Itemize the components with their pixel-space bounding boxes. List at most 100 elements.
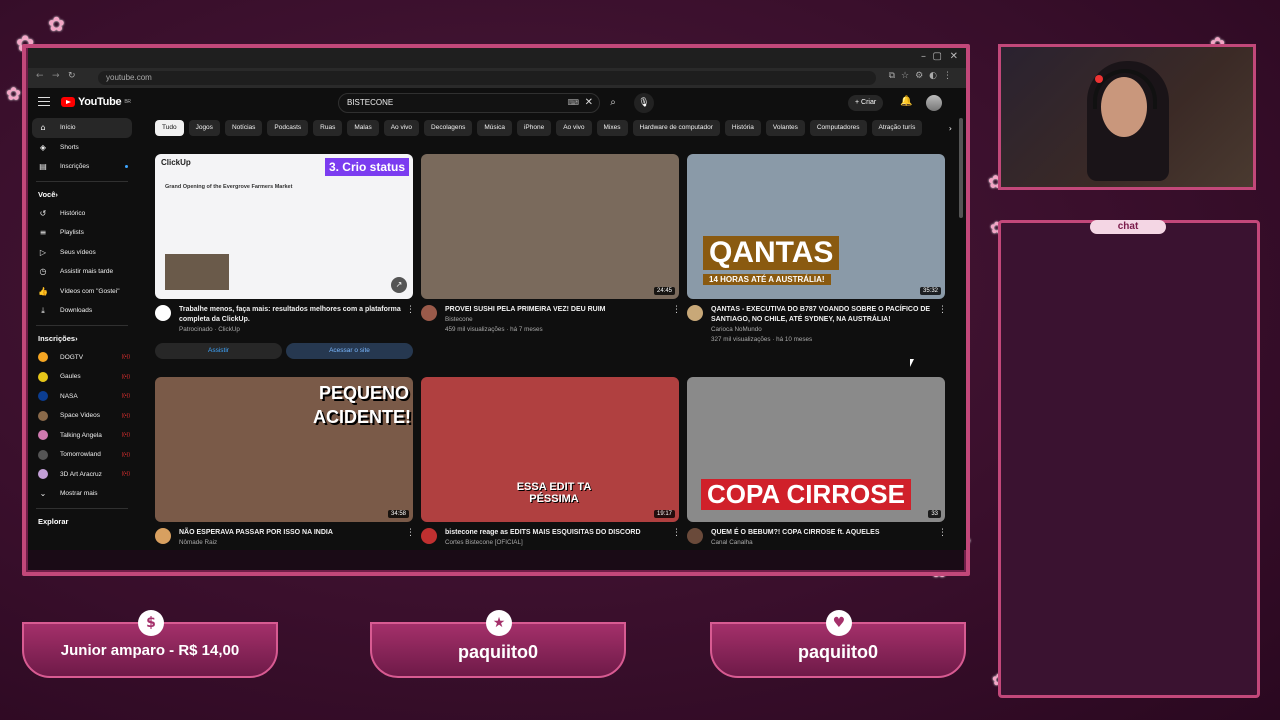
sidebar-item-liked[interactable]: 👍 Vídeos com "Gostei" bbox=[28, 282, 136, 302]
maximize-button[interactable]: ▢ bbox=[933, 51, 942, 62]
sidebar-heading-you[interactable]: Você › bbox=[28, 186, 136, 204]
filter-chip[interactable]: Computadores bbox=[809, 120, 867, 136]
menu-icon[interactable] bbox=[38, 97, 50, 106]
filter-chip[interactable]: Volantes bbox=[765, 120, 805, 136]
video-thumbnail[interactable]: ClickUp 3. Crio status Grand Opening of th… bbox=[155, 154, 413, 299]
video-thumbnail[interactable]: COPA CIRROSE 33 bbox=[687, 377, 945, 522]
video-title[interactable]: QANTAS - EXECUTIVA DO B787 VOANDO SOBRE … bbox=[711, 305, 933, 325]
video-card[interactable]: PEQUENO ACIDENTE! 34:58 NÃO ESPERAVA PASSA… bbox=[155, 377, 415, 548]
more-options-icon[interactable]: ⋮ bbox=[672, 528, 681, 538]
filter-chip[interactable]: Tudo bbox=[155, 120, 184, 136]
filter-chip[interactable]: iPhone bbox=[516, 120, 552, 136]
channel-avatar[interactable] bbox=[155, 305, 171, 321]
filter-chip[interactable]: Atração turís bbox=[871, 120, 923, 136]
channel-name[interactable]: Canal Canalha bbox=[711, 538, 880, 548]
extension-icons[interactable]: ⧉☆⚙◐⋮ bbox=[889, 71, 958, 81]
reload-icon[interactable]: ↻ bbox=[68, 71, 76, 81]
sidebar-item-your-videos[interactable]: ▷ Seus vídeos bbox=[28, 243, 136, 263]
more-options-icon[interactable]: ⋮ bbox=[406, 305, 415, 315]
chevron-right-icon[interactable]: › bbox=[949, 124, 952, 133]
filter-chip[interactable]: Notícias bbox=[224, 120, 263, 136]
ad-card[interactable]: ClickUp 3. Crio status Grand Opening of th… bbox=[155, 154, 415, 359]
sidebar-subscription[interactable]: Space Videos ((•)) bbox=[28, 406, 136, 426]
url-field[interactable]: youtube.com bbox=[98, 71, 876, 85]
filter-chip[interactable]: História bbox=[724, 120, 761, 136]
sidebar-subscription[interactable]: Tomorrowland ((•)) bbox=[28, 445, 136, 465]
filter-chip[interactable]: Ruas bbox=[313, 120, 343, 136]
more-options-icon[interactable]: ⋮ bbox=[672, 305, 681, 315]
visit-site-button[interactable]: Acessar o site bbox=[286, 343, 413, 359]
close-window-button[interactable]: ✕ bbox=[950, 51, 958, 62]
page-scrollbar[interactable] bbox=[959, 118, 963, 218]
filter-chip[interactable]: Malas bbox=[347, 120, 379, 136]
minimize-button[interactable]: – bbox=[921, 51, 926, 62]
video-title[interactable]: QUEM É O BEBUM?! COPA CIRROSE ft. AQUELE… bbox=[711, 528, 880, 538]
video-thumbnail[interactable]: PEQUENO ACIDENTE! 34:58 bbox=[155, 377, 413, 522]
sidebar-item-in-cio[interactable]: ⌂ Início bbox=[32, 118, 132, 138]
create-button[interactable]: + Criar bbox=[848, 95, 884, 111]
filter-chip[interactable]: Ao vivo bbox=[556, 120, 592, 136]
sidebar-item-playlists[interactable]: ≡ Playlists bbox=[28, 223, 136, 243]
sidebar-subscription[interactable]: NASA ((•)) bbox=[28, 387, 136, 407]
channel-name[interactable]: Cortes Bistecone [OFICIAL] bbox=[445, 538, 641, 548]
sidebar-item-downloads[interactable]: ⤓ Downloads bbox=[28, 301, 136, 321]
channel-avatar[interactable] bbox=[687, 528, 703, 544]
filter-chip[interactable]: Podcasts bbox=[267, 120, 309, 136]
video-card[interactable]: QANTAS 14 HORAS ATÉ A AUSTRÁLIA! 35:32 QANT… bbox=[687, 154, 947, 345]
sidebar-item-history[interactable]: ↺ Histórico bbox=[28, 204, 136, 224]
search-input[interactable]: BISTECONE ⌨ ✕ bbox=[338, 93, 600, 113]
watch-button[interactable]: Assistir bbox=[155, 343, 282, 359]
video-title[interactable]: PROVEI SUSHI PELA PRIMEIRA VEZ! DEU RUIM bbox=[445, 305, 606, 315]
filter-chip[interactable]: Mixes bbox=[596, 120, 628, 136]
clear-search-icon[interactable]: ✕ bbox=[585, 94, 593, 112]
channel-avatar[interactable] bbox=[421, 528, 437, 544]
chevron-right-icon: › bbox=[55, 190, 58, 199]
playlists-icon: ≡ bbox=[39, 228, 47, 238]
forward-icon[interactable]: → bbox=[52, 71, 60, 81]
filter-chip[interactable]: Música bbox=[477, 120, 512, 136]
video-thumbnail[interactable]: ESSA EDIT TA PÉSSIMA 19:17 bbox=[421, 377, 679, 522]
channel-name[interactable]: Bistecone bbox=[445, 315, 606, 325]
channel-avatar[interactable] bbox=[421, 305, 437, 321]
show-more-button[interactable]: ⌄ Mostrar mais bbox=[28, 484, 136, 504]
sidebar-subscription[interactable]: Gaules ((•)) bbox=[28, 367, 136, 387]
search-button[interactable]: ⌕ bbox=[602, 93, 624, 113]
video-duration: 33 bbox=[928, 510, 941, 518]
more-options-icon[interactable]: ⋮ bbox=[938, 528, 947, 538]
video-thumbnail[interactable]: QANTAS 14 HORAS ATÉ A AUSTRÁLIA! 35:32 bbox=[687, 154, 945, 299]
filter-chip[interactable]: Ao vivo bbox=[383, 120, 420, 136]
video-title[interactable]: NÃO ESPERAVA PASSAR POR ISSO NA INDIA bbox=[179, 528, 333, 538]
filter-chip[interactable]: Decolagens bbox=[424, 120, 473, 136]
channel-name[interactable]: Carioca NoMundo bbox=[711, 325, 933, 335]
notifications-bell-icon[interactable]: 🔔 bbox=[900, 96, 912, 107]
channel-name[interactable]: Nômade Raiz bbox=[179, 538, 333, 548]
youtube-logo[interactable]: YouTube BR bbox=[61, 96, 131, 108]
channel-avatar[interactable] bbox=[155, 528, 171, 544]
account-avatar[interactable] bbox=[926, 95, 942, 111]
video-card[interactable]: ESSA EDIT TA PÉSSIMA 19:17 bistecone reage… bbox=[421, 377, 681, 548]
video-title[interactable]: bistecone reage as EDITS MAIS ESQUISITAS… bbox=[445, 528, 641, 538]
channel-name[interactable]: Patrocinado · ClickUp bbox=[179, 325, 401, 335]
filter-chip[interactable]: Jogos bbox=[188, 120, 220, 136]
video-card[interactable]: COPA CIRROSE 33 QUEM É O BEBUM?! COPA CIRR… bbox=[687, 377, 947, 548]
video-duration: 19:17 bbox=[653, 510, 675, 518]
keyboard-icon[interactable]: ⌨ bbox=[567, 94, 579, 112]
channel-avatar[interactable] bbox=[687, 305, 703, 321]
external-link-icon[interactable]: ↗ bbox=[391, 277, 407, 293]
voice-search-button[interactable]: 🎙 bbox=[634, 93, 654, 113]
sidebar-item-shorts[interactable]: ◈ Shorts bbox=[28, 138, 136, 158]
video-title[interactable]: Trabalhe menos, faça mais: resultados me… bbox=[179, 305, 401, 325]
video-card[interactable]: 24:45 PROVEI SUSHI PELA PRIMEIRA VEZ! DEU… bbox=[421, 154, 681, 335]
sidebar-subscription[interactable]: 3D Art Aracruz ((•)) bbox=[28, 465, 136, 485]
back-icon[interactable]: ← bbox=[36, 71, 44, 81]
more-options-icon[interactable]: ⋮ bbox=[938, 305, 947, 315]
video-thumbnail[interactable]: 24:45 bbox=[421, 154, 679, 299]
sidebar-item-inscri-es[interactable]: ▤ Inscrições bbox=[28, 157, 136, 177]
sidebar-heading-subscriptions[interactable]: Inscrições › bbox=[28, 330, 136, 348]
sidebar-item-watch-later[interactable]: ◷ Assistir mais tarde bbox=[28, 262, 136, 282]
ad-buttons: Assistir Acessar o site bbox=[155, 343, 413, 359]
sidebar-subscription[interactable]: DOGTV ((•)) bbox=[28, 348, 136, 368]
filter-chip[interactable]: Hardware de computador bbox=[632, 120, 720, 136]
more-options-icon[interactable]: ⋮ bbox=[406, 528, 415, 538]
sidebar-subscription[interactable]: Talking Angela ((•)) bbox=[28, 426, 136, 446]
